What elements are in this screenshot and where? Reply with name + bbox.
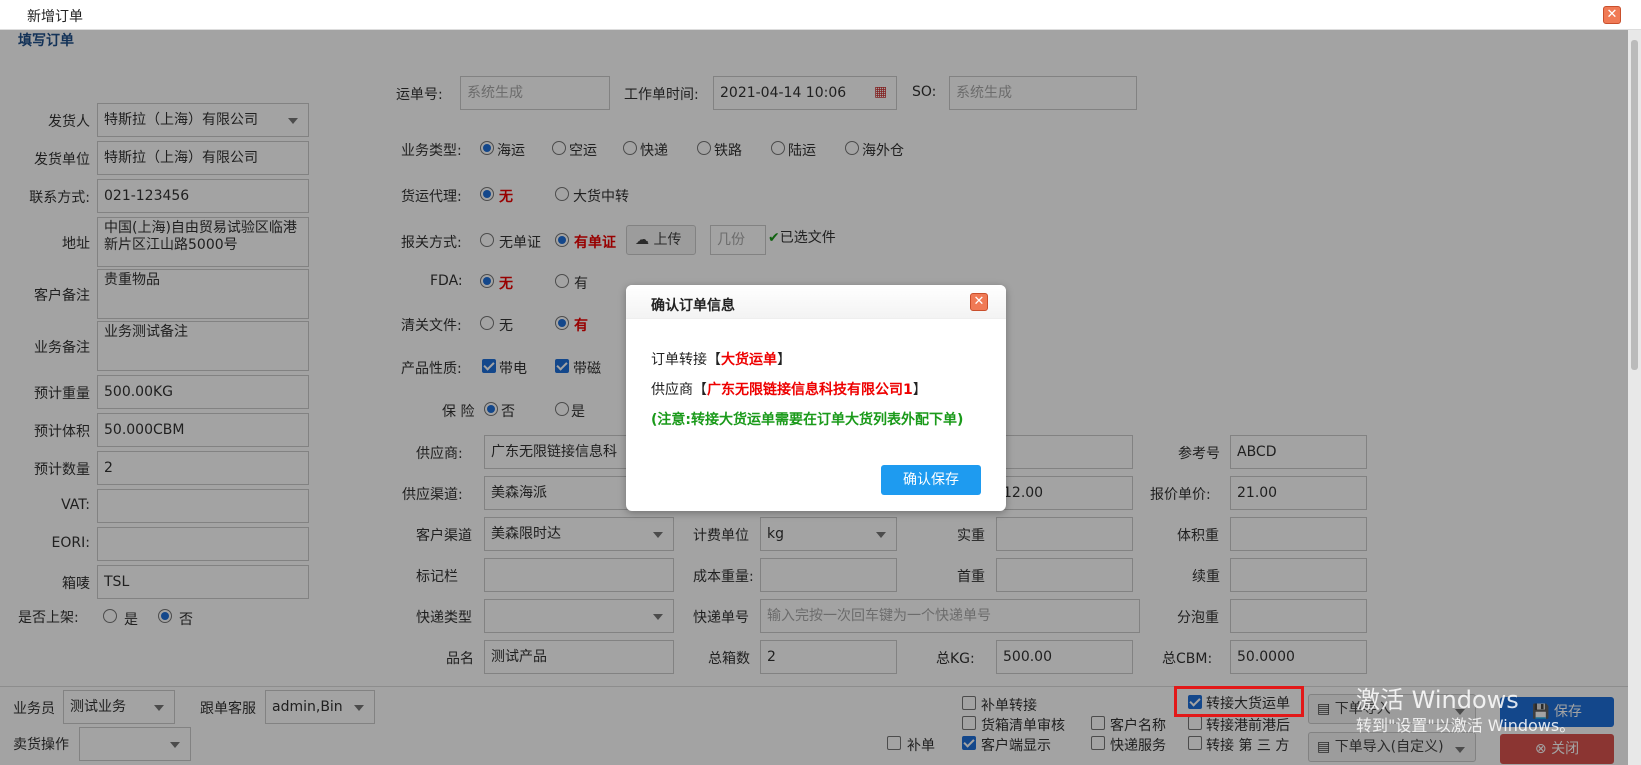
- scrollbar[interactable]: [1628, 30, 1641, 765]
- line2-value: 广东无限链接信息科技有限公司1: [707, 382, 913, 398]
- windows-watermark-sub: 转到"设置"以激活 Windows。: [1356, 716, 1576, 735]
- confirm-dialog: 确认订单信息 ✕ 订单转接【大货运单】 供应商【广东无限链接信息科技有限公司1】…: [626, 285, 1006, 511]
- windows-watermark: 激活 Windows: [1356, 686, 1519, 714]
- confirm-save-button[interactable]: 确认保存: [881, 465, 981, 495]
- close-icon[interactable]: ✕: [1603, 6, 1621, 24]
- line1-prefix: 订单转接【: [651, 352, 721, 368]
- line1-suffix: 】: [777, 352, 791, 368]
- dialog-close-icon[interactable]: ✕: [970, 293, 988, 311]
- window-title: 新增订单: [27, 9, 83, 25]
- dialog-header: 确认订单信息: [626, 285, 1006, 319]
- highlight-box: [1174, 686, 1304, 717]
- dialog-line-supplier: 供应商【广东无限链接信息科技有限公司1】: [651, 379, 927, 399]
- line2-suffix: 】: [912, 382, 927, 398]
- title-bar: 新增订单 ✕: [0, 0, 1641, 30]
- dialog-title: 确认订单信息: [651, 298, 735, 314]
- dialog-note: (注意:转接大货运单需要在订单大货列表外配下单): [651, 412, 964, 428]
- scrollbar-thumb[interactable]: [1631, 40, 1638, 370]
- line2-prefix: 供应商【: [651, 382, 707, 398]
- line1-value: 大货运单: [721, 352, 777, 368]
- order-window: 新增订单 ✕ 填写订单 发货人 特斯拉（上海）有限公司 发货单位 特斯拉（上海）有限公…: [0, 0, 1641, 765]
- dialog-line-transfer: 订单转接【大货运单】: [651, 349, 791, 369]
